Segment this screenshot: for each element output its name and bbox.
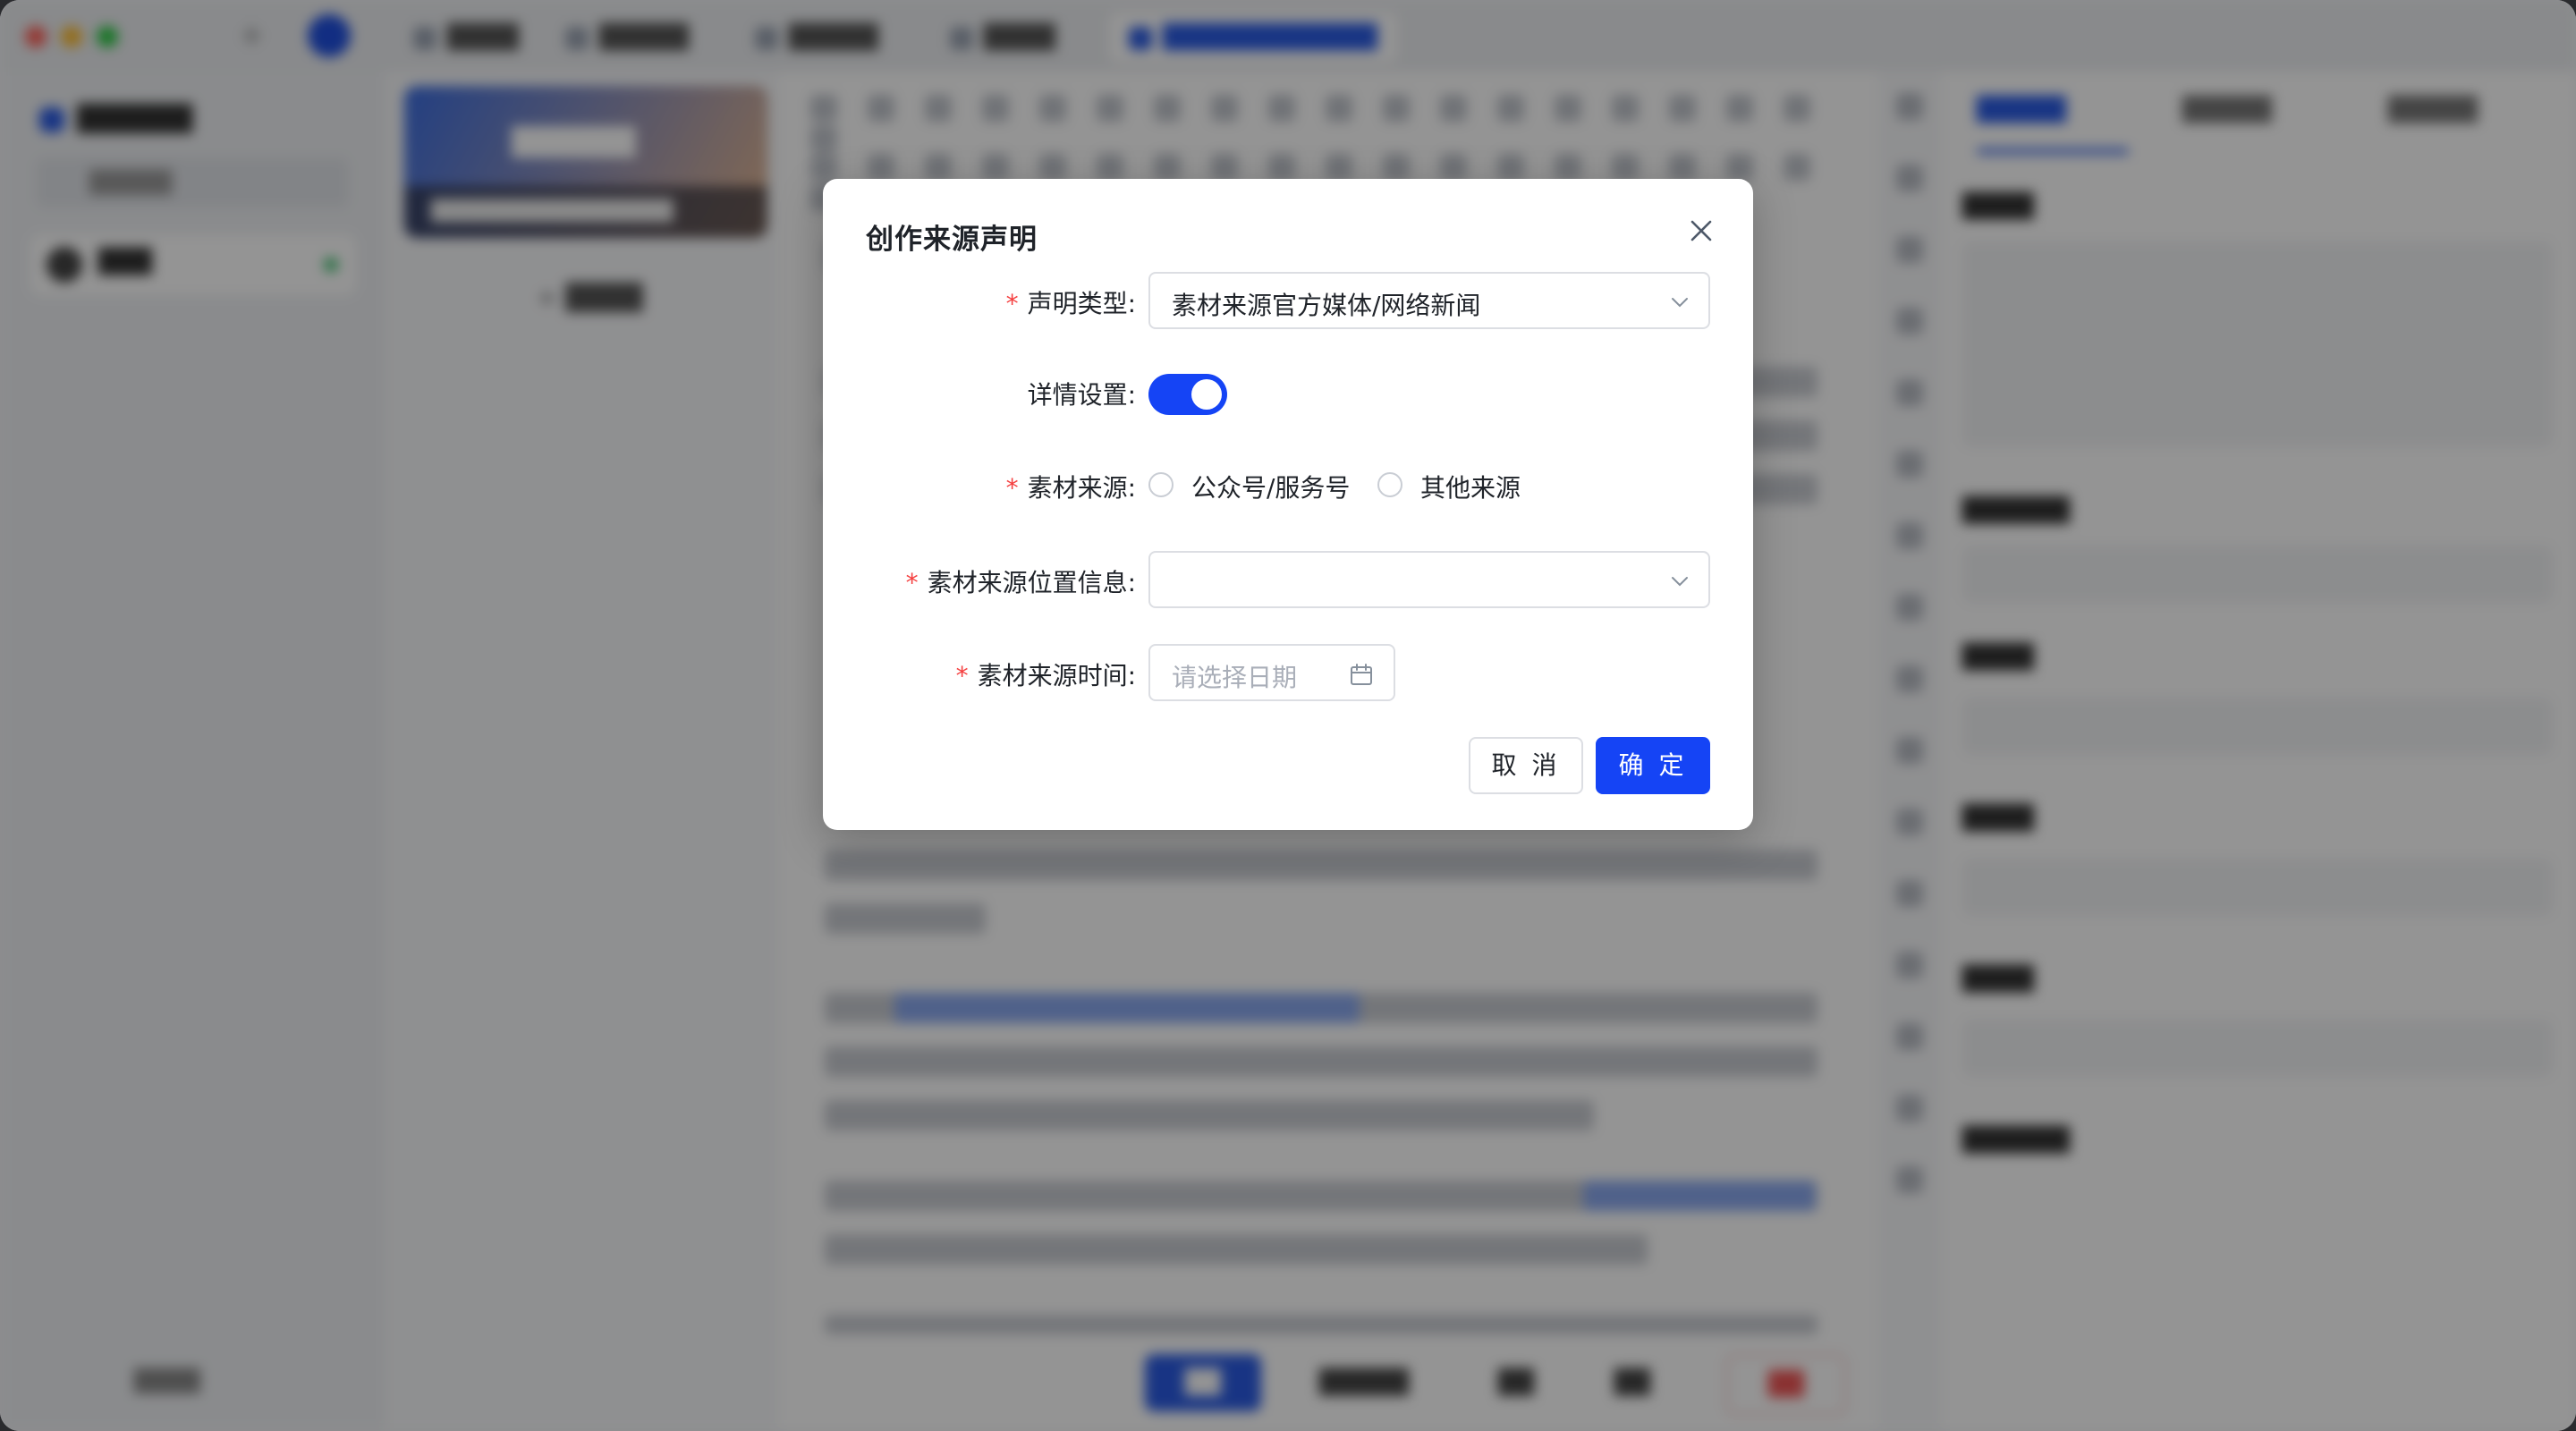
chevron-down-icon (1672, 298, 1688, 308)
confirm-button[interactable]: 确 定 (1596, 737, 1710, 794)
declaration-type-select[interactable]: 素材来源官方媒体/网络新闻 (1148, 272, 1710, 329)
radio-official-account[interactable]: 公众号/服务号 (1148, 469, 1363, 504)
cancel-button[interactable]: 取 消 (1469, 737, 1583, 794)
declaration-type-value: 素材来源官方媒体/网络新闻 (1172, 291, 1481, 320)
radio-label: 公众号/服务号 (1191, 473, 1351, 503)
detail-settings-label: 详情设置: (1027, 380, 1136, 410)
radio-circle (1148, 472, 1174, 497)
required-mark: * (1005, 473, 1019, 503)
radio-label: 其他来源 (1420, 473, 1521, 503)
material-source-label: * 素材来源: (1005, 473, 1136, 503)
close-icon[interactable] (1683, 213, 1719, 249)
required-mark: * (905, 568, 919, 597)
source-date-picker[interactable]: 请选择日期 (1148, 644, 1395, 701)
declaration-type-label: * 声明类型: (1005, 289, 1136, 318)
app-window: + ████ █████ █████ ████ ████████████ ███… (0, 0, 2576, 1431)
toggle-knob (1191, 379, 1222, 410)
source-time-label: * 素材来源时间: (955, 661, 1136, 690)
calendar-icon (1351, 664, 1372, 685)
location-info-select[interactable] (1148, 551, 1710, 608)
radio-other-source[interactable]: 其他来源 (1377, 469, 1538, 504)
required-mark: * (1005, 289, 1019, 318)
chevron-down-icon (1672, 577, 1688, 587)
creation-source-dialog: 创作来源声明 * 声明类型: 素材来源官方媒体/网络新闻 详情设置: * 素材来… (823, 179, 1753, 830)
required-mark: * (955, 661, 969, 690)
radio-circle (1377, 472, 1402, 497)
date-placeholder: 请选择日期 (1172, 663, 1298, 692)
detail-settings-toggle[interactable] (1148, 374, 1227, 415)
location-info-label: * 素材来源位置信息: (905, 568, 1136, 597)
dialog-title: 创作来源声明 (866, 224, 1038, 256)
